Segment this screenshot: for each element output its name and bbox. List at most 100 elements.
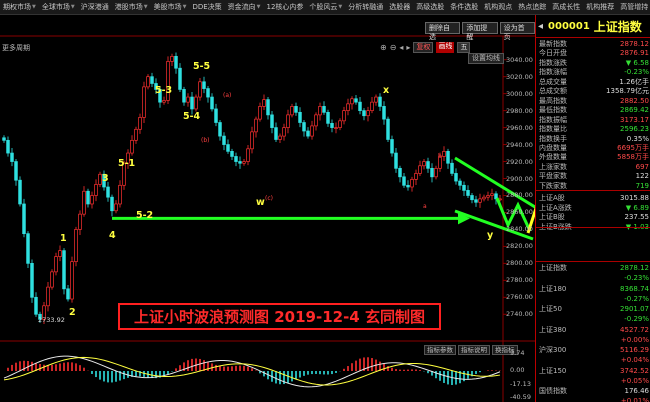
candle-body xyxy=(310,125,314,137)
menu-item[interactable]: 条件选股 xyxy=(447,0,481,15)
price-axis-tick: 3020.00 xyxy=(506,72,533,81)
candle-body xyxy=(134,128,138,141)
candle-body xyxy=(302,122,306,132)
candle-body xyxy=(406,184,410,188)
quote-row: 国债指数 176.46 xyxy=(539,386,649,396)
candle-body xyxy=(330,123,334,128)
menu-item[interactable]: 高成长性 xyxy=(549,0,583,15)
wave-label-1: 1 xyxy=(60,233,67,244)
candle-body xyxy=(174,55,178,69)
menu-item-label: 12核心内参 xyxy=(266,3,304,11)
candle-body xyxy=(230,151,234,157)
menu-item[interactable]: 12核心内参 xyxy=(264,0,307,15)
quote-row: 上证指数 2878.12 xyxy=(539,263,649,273)
quote-row: 上证180 8368.74 xyxy=(539,284,649,294)
quote-value: -0.27% xyxy=(624,294,649,303)
menu-item[interactable]: 选股器 xyxy=(386,0,413,15)
menu-item[interactable]: 高管增持 xyxy=(617,0,650,15)
quote-row: -0.23% xyxy=(539,273,649,283)
candle-body xyxy=(246,148,250,162)
wave-label-y: y xyxy=(487,230,494,241)
indicator-params-tab[interactable]: 指标参数 xyxy=(424,345,456,355)
menu-item-label: 条件选股 xyxy=(450,3,479,11)
candle-body xyxy=(222,135,226,145)
candle-body xyxy=(386,118,390,140)
candle-body xyxy=(402,176,406,186)
scroll-right-icon[interactable]: ▸ xyxy=(406,43,410,52)
menu-item[interactable]: 高级选股 xyxy=(413,0,447,15)
quote-row: -0.29% xyxy=(539,314,649,324)
menu-item[interactable]: 期权市场 ▼ xyxy=(0,0,39,15)
five-button[interactable]: 五 xyxy=(457,42,471,53)
remove-watchlist-button[interactable]: 删除自选 xyxy=(425,22,461,41)
wave-sub-label-b2: b xyxy=(438,153,442,160)
top-menu-bar: 期权市场 ▼ 全球市场 ▼ 沪深港通 港股市场 ▼ 美股市场 ▼ DDE决策 资金流向 ▼ 12核心内参… xyxy=(0,0,650,15)
wave-label-5-5: 5-5 xyxy=(193,61,211,72)
quote-label: 沪深300 xyxy=(539,346,567,354)
candle-body xyxy=(390,139,394,154)
price-axis-tick: 2940.00 xyxy=(506,140,533,149)
candle-body xyxy=(286,114,290,128)
menu-item[interactable]: 热点追踪 xyxy=(515,0,549,15)
moving-average-settings-button[interactable]: 设置均线 xyxy=(468,53,504,64)
candle-body xyxy=(350,98,354,105)
menu-item[interactable]: 港股市场 ▼ xyxy=(112,0,151,15)
candle-body xyxy=(414,173,418,180)
menu-item[interactable]: 全球市场 ▼ xyxy=(39,0,78,15)
menu-item-label: 高级选股 xyxy=(416,3,445,11)
low-price-marker: 2733.92 xyxy=(38,316,65,324)
back-arrow-icon[interactable]: ◂ xyxy=(538,21,543,32)
candle-body xyxy=(66,288,70,300)
candle-body xyxy=(270,114,274,128)
quote-value: 2901.07 xyxy=(620,305,649,313)
candle-body xyxy=(178,67,182,90)
candle-body xyxy=(242,161,246,164)
quote-row: +0.01% xyxy=(539,396,649,402)
zoom-out-icon[interactable]: ⊖ xyxy=(390,43,397,52)
menu-item[interactable]: 美股市场 ▼ xyxy=(151,0,190,15)
scroll-left-icon[interactable]: ◂ xyxy=(399,43,403,52)
candle-body xyxy=(82,190,86,215)
candle-body xyxy=(194,96,198,110)
candle-body xyxy=(454,173,458,182)
price-axis-tick: 3040.00 xyxy=(506,55,533,64)
draw-line-button[interactable]: 画线 xyxy=(436,42,455,53)
chart-toolbar: ⊕ ⊖ ◂ ▸ 复权 画线 五 xyxy=(380,42,471,53)
wave-label-w: w xyxy=(256,197,265,208)
menu-item[interactable]: 沪深港通 xyxy=(78,0,112,15)
candle-body xyxy=(74,229,78,263)
wave-label-4: 4 xyxy=(109,230,116,241)
price-axis-tick: 2900.00 xyxy=(506,174,533,183)
menu-item[interactable]: 资金流向 ▼ xyxy=(225,0,264,15)
menu-item[interactable]: 分析转融通 xyxy=(345,0,386,15)
set-homepage-button[interactable]: 设为首页 xyxy=(499,22,535,41)
chevron-down-icon: ▼ xyxy=(338,4,343,10)
quote-row: 沪深300 5116.29 xyxy=(539,345,649,355)
adjust-price-dropdown[interactable]: 复权 xyxy=(413,42,434,53)
candle-body xyxy=(282,127,286,137)
period-selector[interactable]: 更多周期 xyxy=(2,43,30,53)
hourly-chart[interactable]: 删除自选 添加提醒 设为首页 更多周期 ⊕ ⊖ ◂ ▸ 复权 画线 五 设置均线… xyxy=(0,15,535,402)
menu-item[interactable]: 机构推荐 xyxy=(583,0,617,15)
add-alert-button[interactable]: 添加提醒 xyxy=(462,22,498,41)
price-axis-tick: 2740.00 xyxy=(506,310,533,319)
menu-item[interactable]: 个股风云 ▼ xyxy=(306,0,345,15)
indicator-help-tab[interactable]: 指标说明 xyxy=(458,345,490,355)
candle-body xyxy=(226,144,230,152)
candle-body xyxy=(214,108,218,123)
price-axis-tick: 2980.00 xyxy=(506,106,533,115)
zoom-in-icon[interactable]: ⊕ xyxy=(380,43,387,52)
candle-body xyxy=(250,131,254,150)
menu-item[interactable]: 机构观点 xyxy=(481,0,515,15)
quote-row: 上证50 2901.07 xyxy=(539,304,649,314)
quote-value: -0.23% xyxy=(624,274,649,282)
wave-sub-label-a2: a xyxy=(423,203,427,210)
price-axis-tick: 2880.00 xyxy=(506,191,533,200)
candle-body xyxy=(138,117,142,130)
quote-label: 上证指数 xyxy=(539,264,567,272)
quote-value: 176.46 xyxy=(624,387,650,395)
wave-label-5-3: 5-3 xyxy=(155,85,173,96)
chart-canvas[interactable] xyxy=(0,15,535,402)
candle-body xyxy=(34,296,38,315)
menu-item[interactable]: DDE决策 xyxy=(189,0,224,15)
